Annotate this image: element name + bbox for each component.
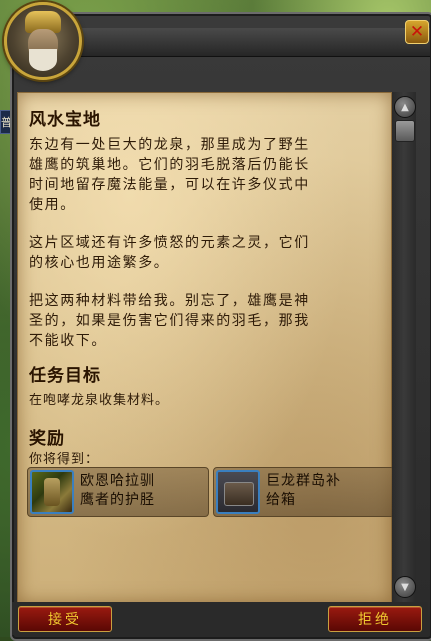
scroll-up-icon[interactable]: ▲ (394, 96, 416, 118)
quest-title: 风水宝地 (29, 110, 101, 130)
scroll-thumb[interactable] (395, 120, 415, 142)
accept-button[interactable]: 接受 (18, 606, 112, 632)
portrait-beard (29, 49, 57, 71)
quest-content: 风水宝地 东边有一处巨大的龙泉，那里成为了野生 雄鹰的筑巢地。它们的羽毛脱落后仍… (29, 105, 379, 467)
decline-button[interactable]: 拒绝 (328, 606, 422, 632)
rewards-subtext: 你将得到： (29, 452, 100, 467)
dialog-titlebar[interactable] (70, 28, 430, 57)
reward-list: 欧恩哈拉驯 鹰者的护胫 巨龙群岛补 给箱 (27, 467, 407, 517)
objectives-header: 任务目标 (29, 366, 101, 386)
close-icon[interactable]: ✕ (405, 20, 429, 44)
reward-item[interactable]: 欧恩哈拉驯 鹰者的护胫 (27, 467, 209, 517)
scroll-down-icon[interactable]: ▼ (394, 576, 416, 598)
quest-scrollbar[interactable]: ▲ ▼ (392, 92, 416, 602)
dialog-button-bar: 接受 拒绝 (12, 602, 428, 635)
reward-item[interactable]: 巨龙群岛补 给箱 (213, 467, 395, 517)
objectives-text: 在咆哮龙泉收集材料。 (29, 393, 170, 408)
leg-armor-icon (30, 470, 74, 514)
reward-item-name: 巨龙群岛补 给箱 (266, 473, 341, 508)
npc-portrait (4, 2, 82, 80)
rewards-header: 奖励 (29, 429, 65, 449)
quest-description-1: 东边有一处巨大的龙泉，那里成为了野生 雄鹰的筑巢地。它们的羽毛脱落后仍能长 时间… (29, 137, 310, 213)
reward-item-name: 欧恩哈拉驯 鹰者的护胫 (80, 473, 155, 508)
supply-chest-icon (216, 470, 260, 514)
quest-description-2: 这片区域还有许多愤怒的元素之灵，它们 的核心也用途繁多。 (29, 235, 310, 271)
quest-description-3: 把这两种材料带给我。别忘了，雄鹰是神 圣的，如果是伤害它们得来的羽毛，那我 不能… (29, 293, 310, 349)
quest-parchment: 风水宝地 东边有一处巨大的龙泉，那里成为了野生 雄鹰的筑巢地。它们的羽毛脱落后仍… (17, 92, 395, 604)
